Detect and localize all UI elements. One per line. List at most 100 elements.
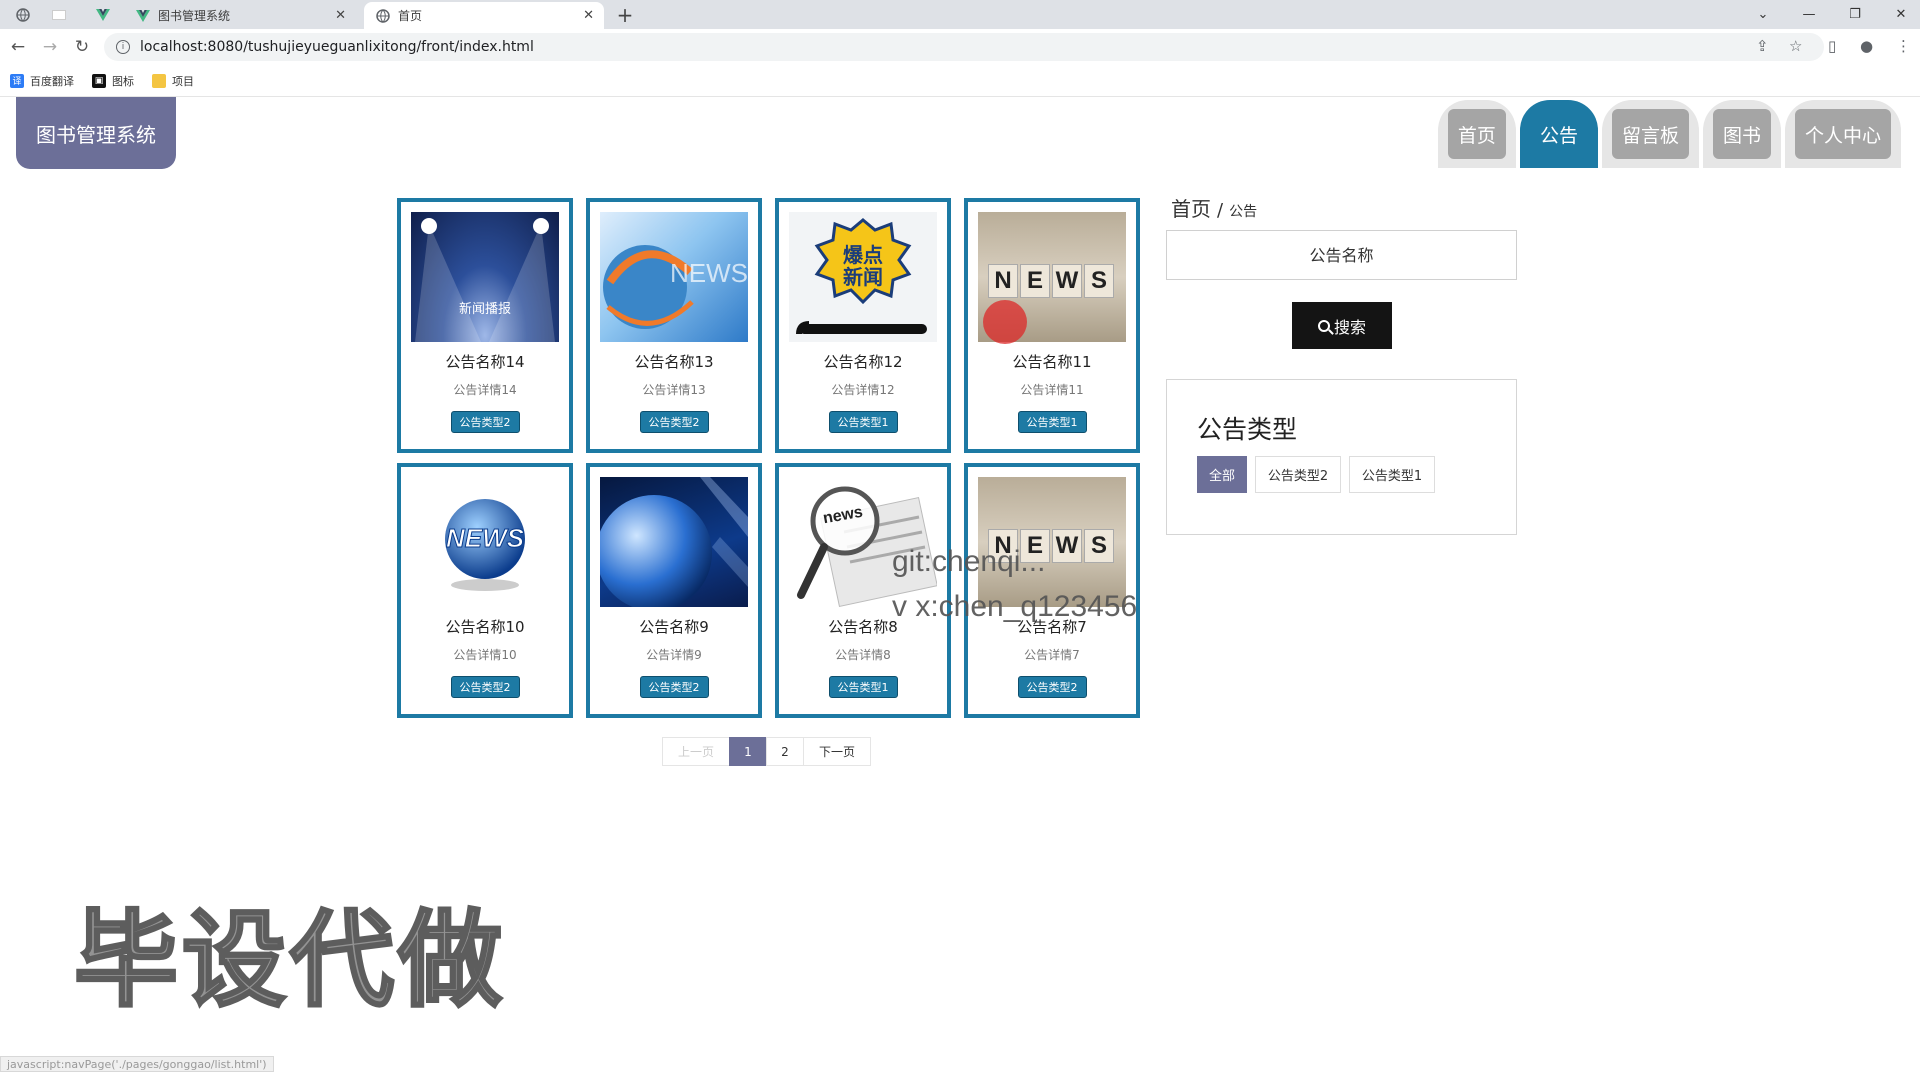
bookmark-label: 百度翻译 <box>30 74 74 88</box>
site-logo[interactable]: 图书管理系统 <box>16 97 176 169</box>
overlay-contact-text: v x:chen_q123456 <box>892 590 1138 623</box>
click-indicator <box>983 300 1027 344</box>
notice-detail: 公告详情14 <box>453 383 517 397</box>
type-1-button[interactable]: 公告类型1 <box>1349 456 1435 493</box>
letter-die: W <box>1052 264 1082 298</box>
minimize-button[interactable]: — <box>1786 0 1832 29</box>
url-field[interactable]: i localhost:8080/tushujieyueguanlixitong… <box>104 33 1824 61</box>
page-2-button[interactable]: 2 <box>766 737 804 766</box>
type-2-button[interactable]: 公告类型2 <box>1255 456 1341 493</box>
reload-icon[interactable]: ↻ <box>68 33 96 61</box>
notice-image: NEWS <box>600 212 748 342</box>
search-icon <box>1317 319 1330 332</box>
next-page-button[interactable]: 下一页 <box>803 737 871 766</box>
prev-page-button[interactable]: 上一页 <box>662 737 730 766</box>
notice-type-badge: 公告类型2 <box>639 676 709 698</box>
new-tab-button[interactable]: + <box>612 2 638 28</box>
vue-icon <box>136 9 150 22</box>
translate-icon: 译 <box>10 73 24 88</box>
spotlight-graphic <box>415 218 555 342</box>
magnifier-newspaper-graphic <box>797 486 937 607</box>
notice-image: 新闻播报 <box>411 212 559 342</box>
bookmarks-bar: 译 百度翻译 ▣ 图标 项目 <box>0 65 1920 97</box>
profile-icon[interactable]: ● <box>1860 37 1873 55</box>
dice-row: N E W S <box>988 264 1114 298</box>
notice-image: 爆点 新闻 <box>789 212 937 342</box>
breadcrumb-home[interactable]: 首页 <box>1171 193 1211 222</box>
notice-name-search-input[interactable] <box>1166 230 1517 280</box>
notice-detail: 公告详情8 <box>835 648 891 662</box>
browser-tab-bar: 图书管理系统 ✕ 首页 ✕ + ⌄ — ❐ ✕ <box>0 0 1920 29</box>
breadcrumb-current: 公告 <box>1229 204 1258 220</box>
nav-home[interactable]: 首页 <box>1437 100 1516 168</box>
notice-card[interactable]: NEWS 公告名称13 公告详情13 公告类型2 <box>586 198 762 453</box>
letter-die: N <box>988 264 1018 298</box>
type-filter-list: 全部 公告类型2 公告类型1 <box>1197 456 1443 493</box>
thumb-caption: NEWS <box>670 258 748 288</box>
thumb-caption-line: 爆点 <box>843 243 883 267</box>
nav-label: 个人中心 <box>1794 109 1891 159</box>
bookmark-icons[interactable]: ▣ 图标 <box>92 73 134 89</box>
notice-image: NEWS <box>411 477 559 607</box>
nav-books[interactable]: 图书 <box>1702 100 1781 168</box>
notice-title: 公告名称9 <box>639 618 709 636</box>
vue-icon <box>96 9 110 21</box>
notice-card[interactable]: 公告名称9 公告详情9 公告类型2 <box>586 463 762 718</box>
close-tab-icon[interactable]: ✕ <box>335 8 346 23</box>
notice-card[interactable]: 新闻播报 公告名称14 公告详情14 公告类型2 <box>397 198 573 453</box>
search-button[interactable]: 搜索 <box>1292 302 1392 349</box>
bookmark-label: 图标 <box>112 74 134 88</box>
letter-die: S <box>1084 529 1114 563</box>
letter-die: W <box>1052 529 1082 563</box>
tab-home[interactable]: 首页 ✕ <box>364 2 604 29</box>
pinned-tab[interactable] <box>12 5 34 25</box>
folder-icon <box>152 73 166 88</box>
page-1-button[interactable]: 1 <box>729 737 767 766</box>
info-icon[interactable]: i <box>116 40 130 54</box>
blank-page-icon <box>52 10 66 20</box>
notice-type-badge: 公告类型1 <box>1017 411 1087 433</box>
thumb-caption: 爆点 新闻 <box>789 244 937 288</box>
status-bar-url: javascript:navPage('./pages/gonggao/list… <box>0 1056 274 1072</box>
bookmark-projects[interactable]: 项目 <box>152 73 194 89</box>
notice-detail: 公告详情10 <box>453 648 517 662</box>
close-window-button[interactable]: ✕ <box>1878 0 1920 29</box>
notice-card[interactable]: 爆点 新闻 公告名称12 公告详情12 公告类型1 <box>775 198 951 453</box>
tab-search-icon[interactable]: ⌄ <box>1740 0 1786 29</box>
share-icon[interactable]: ⇪ <box>1756 37 1769 55</box>
nav-label: 图书 <box>1712 109 1771 159</box>
restore-button[interactable]: ❐ <box>1832 0 1878 29</box>
type-all-button[interactable]: 全部 <box>1197 456 1247 493</box>
close-tab-icon[interactable]: ✕ <box>583 8 594 23</box>
thumb-caption-line: 新闻 <box>843 265 883 289</box>
bookmark-baidu-translate[interactable]: 译 百度翻译 <box>10 73 74 89</box>
notice-title: 公告名称12 <box>823 353 903 371</box>
notice-detail: 公告详情7 <box>1024 648 1080 662</box>
notice-image: news <box>789 477 937 607</box>
nav-notice[interactable]: 公告 <box>1519 100 1598 168</box>
pinned-tab[interactable] <box>92 5 114 25</box>
notice-detail: 公告详情12 <box>831 383 895 397</box>
forward-arrow-icon[interactable]: → <box>36 33 64 61</box>
earth-graphic <box>600 477 748 607</box>
address-bar: ← → ↻ i localhost:8080/tushujieyueguanli… <box>0 29 1920 65</box>
notice-image: N E W S <box>978 477 1126 607</box>
search-button-label: 搜索 <box>1333 319 1366 337</box>
side-panel-icon[interactable]: ▯ <box>1828 37 1836 55</box>
type-filter-title: 公告类型 <box>1197 415 1298 444</box>
notice-detail: 公告详情11 <box>1020 383 1084 397</box>
tab-title: 图书管理系统 <box>158 9 231 23</box>
notice-card[interactable]: NEWS 公告名称10 公告详情10 公告类型2 <box>397 463 573 718</box>
pinned-tab[interactable] <box>48 5 70 25</box>
tab-library-system[interactable]: 图书管理系统 ✕ <box>124 2 356 29</box>
back-arrow-icon[interactable]: ← <box>4 33 32 61</box>
menu-dots-icon[interactable]: ⋮ <box>1896 37 1911 55</box>
bookmark-star-icon[interactable]: ☆ <box>1789 37 1802 55</box>
letter-die: S <box>1084 264 1114 298</box>
globe-icon <box>16 8 30 22</box>
notice-type-badge: 公告类型1 <box>828 676 898 698</box>
tab-title: 首页 <box>398 9 423 23</box>
overlay-git-text: git:chenqi... <box>892 545 1046 578</box>
nav-profile[interactable]: 个人中心 <box>1784 100 1901 168</box>
nav-message-board[interactable]: 留言板 <box>1601 100 1699 168</box>
